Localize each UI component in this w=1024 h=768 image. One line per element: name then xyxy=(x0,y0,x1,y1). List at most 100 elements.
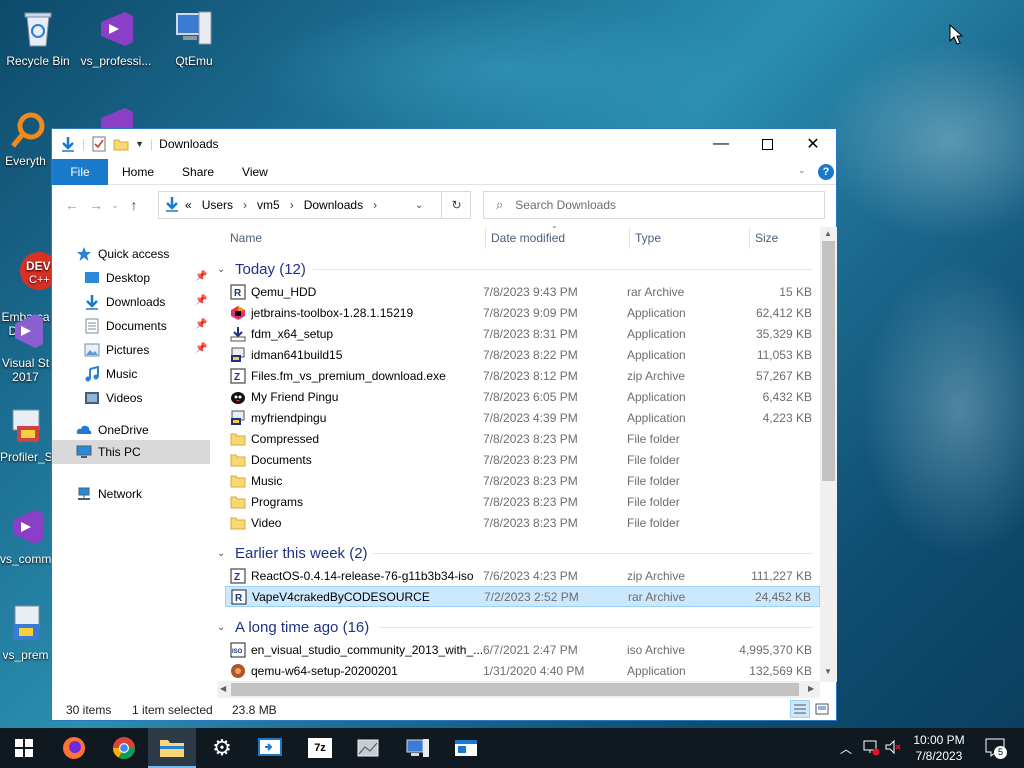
nav-music[interactable]: Music xyxy=(84,363,137,385)
column-header-type[interactable]: Type xyxy=(635,225,661,251)
nav-desktop[interactable]: Desktop xyxy=(84,267,150,289)
breadcrumb-downloads[interactable]: Downloads xyxy=(304,198,363,212)
group-header-earlier-this-week[interactable]: ⌄ Earlier this week (2) xyxy=(217,542,820,564)
forward-button[interactable]: → xyxy=(84,197,108,213)
nav-quick-access[interactable]: Quick access xyxy=(76,243,169,265)
start-button[interactable] xyxy=(0,728,48,768)
notification-center-button[interactable]: 5 xyxy=(984,736,1008,760)
column-separator[interactable] xyxy=(749,227,750,249)
file-row[interactable]: Z ReactOS-0.4.14-release-76-g11b3b34-iso 7… xyxy=(225,565,820,586)
expand-ribbon-chevron-icon[interactable]: ⌄ xyxy=(798,165,806,176)
nav-this-pc[interactable]: This PC xyxy=(52,440,210,464)
taskbar-firefox[interactable] xyxy=(50,728,98,768)
refresh-button[interactable]: ↻ xyxy=(441,191,471,219)
file-row[interactable]: fdm_x64_setup 7/8/2023 8:31 PM Application… xyxy=(225,323,820,344)
taskbar-7zip[interactable]: 7z xyxy=(296,728,344,768)
desktop-icon-everything[interactable]: Everyth xyxy=(0,108,51,168)
column-separator[interactable] xyxy=(629,227,630,249)
column-separator[interactable] xyxy=(485,227,486,249)
up-button[interactable]: ↑ xyxy=(122,197,146,213)
tab-view[interactable]: View xyxy=(228,159,282,185)
breadcrumb-separator-icon[interactable]: › xyxy=(243,198,247,212)
help-icon[interactable]: ? xyxy=(818,164,834,180)
horizontal-scroll-thumb[interactable] xyxy=(231,683,799,696)
address-bar[interactable]: « Users › vm5 › Downloads › ⌄ xyxy=(158,191,471,219)
desktop-icon-vs-professional[interactable]: vs_professi... xyxy=(78,8,154,68)
maximize-button[interactable] xyxy=(744,129,790,159)
file-row[interactable]: jetbrains-toolbox-1.28.1.15219 7/8/2023 9… xyxy=(225,302,820,323)
nav-pictures[interactable]: Pictures xyxy=(84,339,149,361)
column-header-name[interactable]: Name xyxy=(230,225,262,251)
show-hidden-icons-chevron-icon[interactable]: ︿ xyxy=(840,740,852,757)
scroll-left-arrow-icon[interactable]: ◀ xyxy=(220,684,226,693)
taskbar-chrome[interactable] xyxy=(100,728,148,768)
file-row[interactable]: My Friend Pingu 7/8/2023 6:05 PM Applicati… xyxy=(225,386,820,407)
taskbar-file-explorer[interactable] xyxy=(148,728,196,768)
file-row[interactable]: qemu-w64-setup-20200201 1/31/2020 4:40 PM… xyxy=(225,660,820,681)
breadcrumb-separator-icon[interactable]: › xyxy=(373,198,377,212)
large-icons-view-button[interactable] xyxy=(814,701,830,717)
address-overflow[interactable]: « xyxy=(185,198,192,212)
desktop-icon-qtemu[interactable]: QtEmu xyxy=(156,8,232,68)
close-button[interactable]: ✕ xyxy=(790,129,836,159)
recent-locations-chevron-icon[interactable]: ⌄ xyxy=(108,200,122,211)
nav-documents[interactable]: Documents xyxy=(84,315,167,337)
properties-icon[interactable] xyxy=(91,136,107,152)
vertical-scroll-thumb[interactable] xyxy=(822,241,835,481)
desktop-icon-profiler[interactable]: Profiler_S xyxy=(0,404,51,464)
file-row[interactable]: idman641build15 7/8/2023 8:22 PM Applicati… xyxy=(225,344,820,365)
file-row[interactable]: Programs 7/8/2023 8:23 PM File folder xyxy=(225,491,820,512)
pin-icon[interactable]: 📌 xyxy=(195,271,207,282)
breadcrumb-vm5[interactable]: vm5 xyxy=(257,198,280,212)
file-row[interactable]: Music 7/8/2023 8:23 PM File folder xyxy=(225,470,820,491)
taskbar-settings[interactable]: ⚙ xyxy=(198,728,246,768)
file-row[interactable]: myfriendpingu 7/8/2023 4:39 PM Application… xyxy=(225,407,820,428)
pin-icon[interactable]: 📌 xyxy=(195,319,207,330)
scroll-down-arrow-icon[interactable]: ▼ xyxy=(824,667,832,676)
vertical-scrollbar[interactable]: ▲ ▼ xyxy=(820,227,837,682)
file-row[interactable]: Z Files.fm_vs_premium_download.exe 7/8/202… xyxy=(225,365,820,386)
minimize-button[interactable]: — xyxy=(698,129,744,159)
horizontal-scrollbar[interactable]: ◀ ▶ xyxy=(217,681,820,698)
taskbar-qtemu[interactable] xyxy=(394,728,442,768)
system-clock[interactable]: 10:00 PM 7/8/2023 xyxy=(898,732,980,764)
back-button[interactable]: ← xyxy=(60,197,84,213)
title-bar[interactable]: | ▼ | Downloads — ✕ xyxy=(52,129,836,159)
desktop-icon-vs-premium[interactable]: vs_prem xyxy=(0,602,51,662)
group-header-today[interactable]: ⌄ Today (12) xyxy=(217,258,820,280)
scroll-right-arrow-icon[interactable]: ▶ xyxy=(808,684,814,693)
breadcrumb-separator-icon[interactable]: › xyxy=(290,198,294,212)
taskbar-app-window[interactable] xyxy=(442,728,490,768)
file-row[interactable]: Documents 7/8/2023 8:23 PM File folder xyxy=(225,449,820,470)
file-row[interactable]: R Qemu_HDD 7/8/2023 9:43 PM rar Archive 15 K… xyxy=(225,281,820,302)
details-view-button[interactable] xyxy=(790,700,810,718)
column-header-size[interactable]: Size xyxy=(755,225,778,251)
nav-network[interactable]: Network xyxy=(76,483,142,505)
new-folder-icon[interactable] xyxy=(113,136,129,152)
nav-videos[interactable]: Videos xyxy=(84,387,142,409)
tab-home[interactable]: Home xyxy=(108,159,168,185)
download-arrow-icon[interactable] xyxy=(60,136,76,152)
nav-onedrive[interactable]: OneDrive xyxy=(76,419,149,441)
taskbar-app-remote[interactable] xyxy=(246,728,294,768)
nav-downloads[interactable]: Downloads xyxy=(84,291,165,313)
scroll-up-arrow-icon[interactable]: ▲ xyxy=(824,229,832,238)
file-row[interactable]: Compressed 7/8/2023 8:23 PM File folder xyxy=(225,428,820,449)
pin-icon[interactable]: 📌 xyxy=(195,343,207,354)
network-status-icon[interactable] xyxy=(862,738,880,759)
pin-icon[interactable]: 📌 xyxy=(195,295,207,306)
tab-file[interactable]: File xyxy=(52,158,108,185)
taskbar-app-photos[interactable] xyxy=(344,728,392,768)
search-input[interactable]: ⌕ Search Downloads xyxy=(483,191,825,219)
file-row-selected[interactable]: R VapeV4crakedByCODESOURCE 7/2/2023 2:52 P… xyxy=(225,586,820,607)
breadcrumb-users[interactable]: Users xyxy=(202,198,233,212)
desktop-icon-vs-community[interactable]: vs_comm xyxy=(0,506,51,566)
tab-share[interactable]: Share xyxy=(168,159,228,185)
group-header-long-time-ago[interactable]: ⌄ A long time ago (16) xyxy=(217,616,820,638)
customize-toolbar-chevron-icon[interactable]: ▼ xyxy=(135,139,144,149)
address-dropdown-chevron-icon[interactable]: ⌄ xyxy=(415,200,423,211)
desktop-icon-recycle-bin[interactable]: Recycle Bin xyxy=(0,8,76,68)
desktop-icon-visual-studio-2017[interactable]: Visual St 2017 xyxy=(0,310,51,384)
file-row[interactable]: Video 7/8/2023 8:23 PM File folder xyxy=(225,512,820,533)
file-row[interactable]: ISO en_visual_studio_community_2013_with_… xyxy=(225,639,820,660)
